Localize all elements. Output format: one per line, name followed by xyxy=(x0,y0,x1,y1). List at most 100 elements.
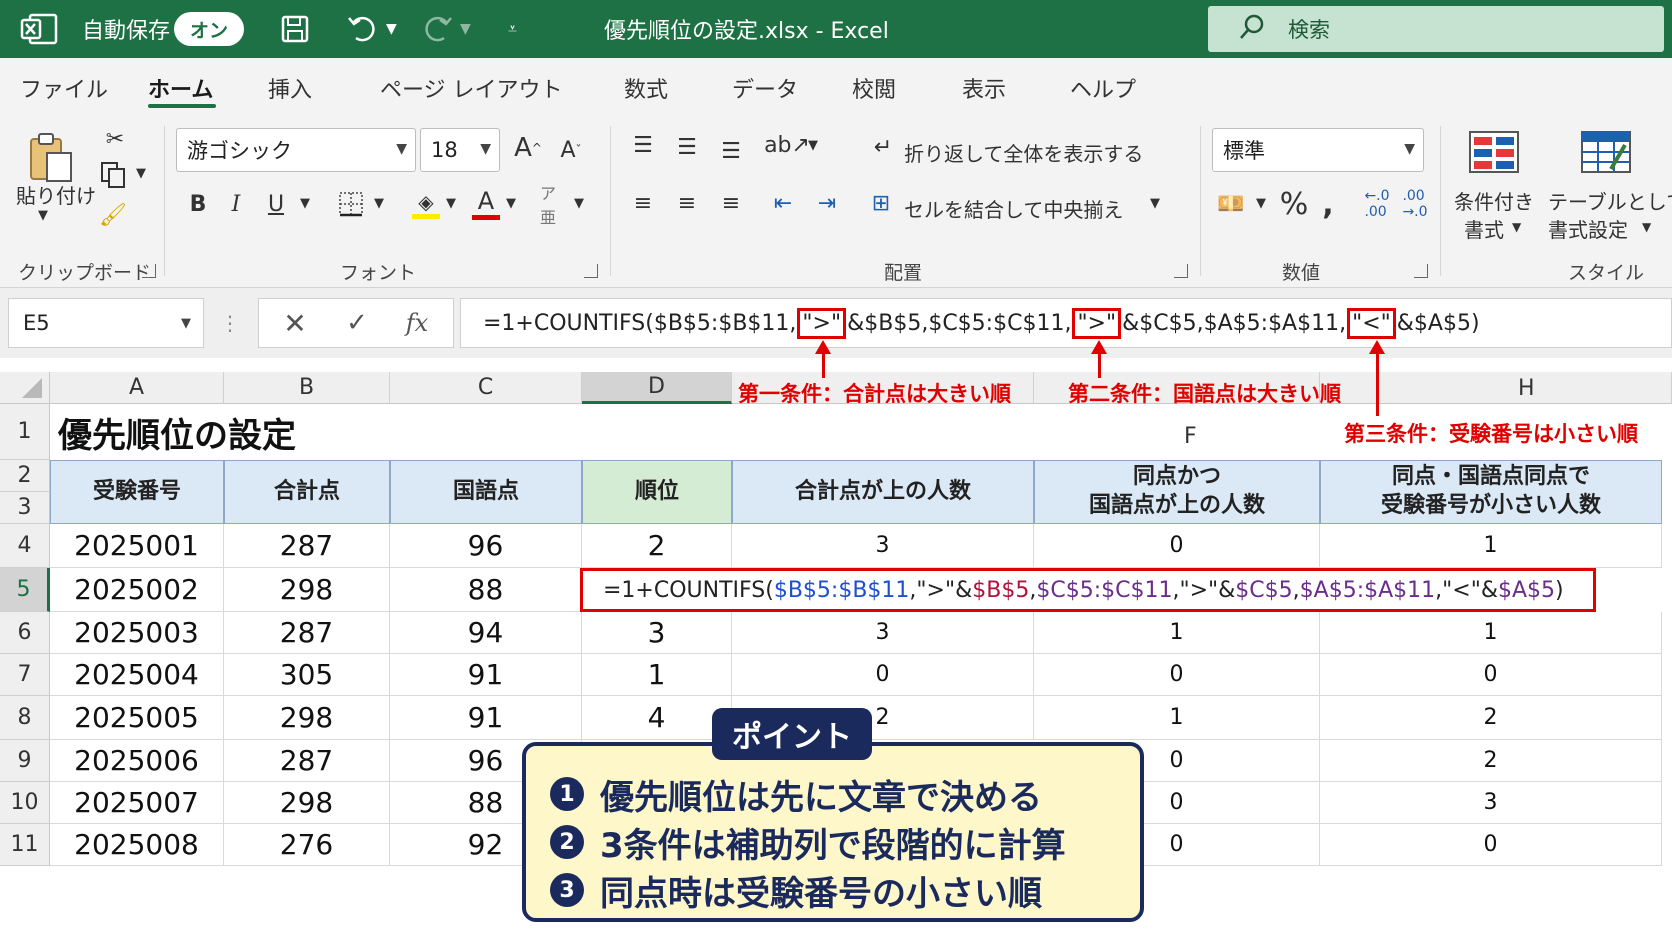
borders-dropdown-icon[interactable]: ▼ xyxy=(374,196,384,211)
row-header-8[interactable]: 8 xyxy=(0,696,50,740)
orientation-dropdown-icon[interactable]: ▼ xyxy=(808,138,818,153)
paste-icon[interactable] xyxy=(24,130,80,186)
table-cell[interactable]: 88 xyxy=(390,568,582,612)
paste-label[interactable]: 貼り付け xyxy=(16,180,96,209)
decrease-font-size-icon[interactable]: Aˇ xyxy=(556,132,586,168)
save-icon[interactable] xyxy=(280,0,310,58)
format-as-table-label-2[interactable]: 書式設定 xyxy=(1548,214,1628,243)
formula-bar-grip-icon[interactable]: ⋮ xyxy=(220,306,240,340)
number-format-select[interactable]: 標準 ▼ xyxy=(1212,128,1424,172)
table-cell[interactable]: 3 xyxy=(732,612,1034,654)
undo-icon[interactable] xyxy=(346,0,380,58)
table-cell[interactable]: 2025008 xyxy=(50,824,224,866)
table-cell[interactable]: 0 xyxy=(1034,524,1320,568)
format-as-table-icon[interactable] xyxy=(1580,130,1632,174)
table-cell[interactable]: 2025004 xyxy=(50,654,224,696)
undo-dropdown-icon[interactable]: ▼ xyxy=(386,0,397,58)
table-cell[interactable]: 287 xyxy=(224,524,390,568)
tab-page-layout[interactable]: ページ レイアウト xyxy=(380,72,563,104)
table-cell[interactable]: 1 xyxy=(582,654,732,696)
align-bottom-icon[interactable]: ☰ xyxy=(716,136,746,166)
row-header-5[interactable]: 5 xyxy=(0,568,50,612)
table-cell[interactable]: 287 xyxy=(224,740,390,782)
merge-center-button[interactable]: セルを結合して中央揃え xyxy=(904,194,1123,223)
table-cell[interactable]: 0 xyxy=(1034,654,1320,696)
align-top-icon[interactable]: ☰ xyxy=(628,130,658,160)
phonetic-dropdown-icon[interactable]: ▼ xyxy=(574,196,584,211)
table-cell[interactable]: 94 xyxy=(390,612,582,654)
table-cell[interactable]: 2 xyxy=(1320,740,1662,782)
row-header-3[interactable]: 3 xyxy=(0,492,50,524)
format-as-table-dropdown-icon[interactable]: ▼ xyxy=(1642,220,1651,234)
align-right-icon[interactable]: ≡ xyxy=(716,188,746,218)
copy-icon[interactable] xyxy=(98,160,128,190)
name-box-dropdown-icon[interactable]: ▼ xyxy=(181,316,191,331)
column-header-b[interactable]: B xyxy=(224,372,390,404)
align-center-icon[interactable]: ≡ xyxy=(672,188,702,218)
redo-icon[interactable] xyxy=(420,0,454,58)
increase-indent-icon[interactable]: ⇥ xyxy=(812,188,842,218)
cut-icon[interactable]: ✂ xyxy=(100,124,130,154)
table-cell[interactable]: 0 xyxy=(1320,824,1662,866)
formula-input[interactable]: =1+COUNTIFS($B$5:$B$11, ">" &$B$5,$C$5:$… xyxy=(460,298,1672,348)
conditional-formatting-label-1[interactable]: 条件付き xyxy=(1454,186,1534,215)
clipboard-launcher-icon[interactable] xyxy=(142,264,156,278)
table-cell[interactable]: 2 xyxy=(1320,696,1662,740)
font-launcher-icon[interactable] xyxy=(584,264,598,278)
row-header-2[interactable]: 2 xyxy=(0,460,50,492)
increase-font-size-icon[interactable]: A ^ xyxy=(512,130,544,166)
table-cell[interactable]: 2025002 xyxy=(50,568,224,612)
table-cell[interactable]: 4 xyxy=(582,696,732,740)
phonetic-guide-icon[interactable]: ア亜 xyxy=(540,184,568,227)
header-higher-total-count[interactable]: 合計点が上の人数 xyxy=(732,460,1034,524)
header-rank[interactable]: 順位 xyxy=(582,460,732,524)
row-header-10[interactable]: 10 xyxy=(0,782,50,824)
format-as-table-label-1[interactable]: テーブルとして xyxy=(1548,186,1672,215)
tab-view[interactable]: 表示 xyxy=(962,72,1006,104)
name-box[interactable]: E5 ▼ xyxy=(8,298,204,348)
paste-dropdown-icon[interactable]: ▼ xyxy=(38,208,48,223)
conditional-formatting-label-2[interactable]: 書式 xyxy=(1464,214,1504,243)
number-launcher-icon[interactable] xyxy=(1414,264,1428,278)
orientation-icon[interactable]: ab↗ xyxy=(764,130,810,160)
align-left-icon[interactable]: ≡ xyxy=(628,188,658,218)
format-painter-icon[interactable]: 🖌 xyxy=(98,200,128,230)
header-japanese-score[interactable]: 国語点 xyxy=(390,460,582,524)
table-cell[interactable]: 1 xyxy=(1320,612,1662,654)
underline-dropdown-icon[interactable]: ▼ xyxy=(300,196,310,211)
tab-help[interactable]: ヘルプ xyxy=(1070,72,1136,104)
row-header-6[interactable]: 6 xyxy=(0,612,50,654)
font-color-dropdown-icon[interactable]: ▼ xyxy=(506,196,516,211)
tab-insert[interactable]: 挿入 xyxy=(268,72,312,104)
decrease-indent-icon[interactable]: ⇤ xyxy=(768,188,798,218)
decrease-decimal-icon[interactable]: .00 →.0 xyxy=(1398,188,1432,220)
font-size-select[interactable]: 18 ▼ xyxy=(420,128,500,172)
column-header-c[interactable]: C xyxy=(390,372,582,404)
accounting-dropdown-icon[interactable]: ▼ xyxy=(1256,196,1266,211)
table-cell[interactable]: 276 xyxy=(224,824,390,866)
header-total-score[interactable]: 合計点 xyxy=(224,460,390,524)
wrap-text-button[interactable]: 折り返して全体を表示する xyxy=(904,138,1143,167)
table-cell[interactable]: 2 xyxy=(582,524,732,568)
tab-data[interactable]: データ xyxy=(732,72,798,104)
tab-formulas[interactable]: 数式 xyxy=(624,72,668,104)
table-cell[interactable]: 0 xyxy=(732,654,1034,696)
underline-icon[interactable]: U xyxy=(262,188,290,220)
search-box[interactable]: 検索 xyxy=(1208,6,1664,52)
align-middle-icon[interactable]: ☰ xyxy=(672,132,702,162)
table-cell[interactable]: 298 xyxy=(224,696,390,740)
table-cell[interactable]: 2025007 xyxy=(50,782,224,824)
tab-review[interactable]: 校閲 xyxy=(852,72,896,104)
excel-app-icon[interactable] xyxy=(20,0,58,58)
font-color-icon[interactable]: A xyxy=(470,182,502,224)
conditional-formatting-dropdown-icon[interactable]: ▼ xyxy=(1512,220,1521,234)
table-cell[interactable]: 3 xyxy=(582,612,732,654)
table-cell[interactable]: 298 xyxy=(224,568,390,612)
increase-decimal-icon[interactable]: ←.0.00 xyxy=(1360,188,1394,220)
table-cell[interactable]: 91 xyxy=(390,696,582,740)
table-cell[interactable]: 91 xyxy=(390,654,582,696)
italic-icon[interactable]: I xyxy=(222,188,250,220)
borders-icon[interactable] xyxy=(336,188,366,220)
bold-icon[interactable]: B xyxy=(184,188,212,220)
table-cell[interactable]: 287 xyxy=(224,612,390,654)
